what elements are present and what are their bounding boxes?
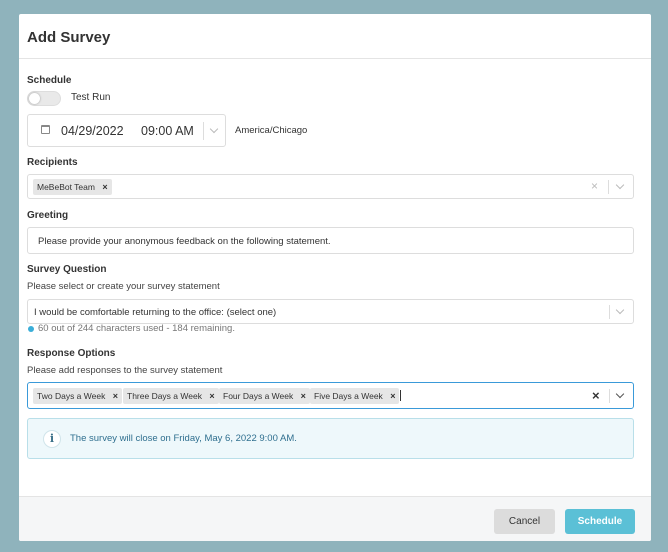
schedule-button[interactable]: Schedule — [565, 509, 635, 534]
dropdown-separator — [609, 305, 610, 319]
status-dot — [28, 326, 34, 332]
response-chip-label: Two Days a Week — [37, 391, 106, 401]
datetime-picker[interactable]: 04/29/2022 09:00 AM — [27, 114, 226, 147]
response-chip: Two Days a Week × — [33, 388, 122, 404]
info-banner: i The survey will close on Friday, May 6… — [27, 418, 634, 459]
survey-question-value: I would be comfortable returning to the … — [34, 307, 277, 318]
modal-body: Schedule Test Run 04/29/2022 09:00 AM Am… — [19, 59, 651, 496]
test-run-label: Test Run — [71, 92, 111, 103]
greeting-label: Greeting — [27, 210, 69, 221]
survey-question-helper: Please select or create your survey stat… — [27, 281, 220, 292]
response-options-helper: Please add responses to the survey state… — [27, 365, 223, 376]
greeting-input[interactable]: Please provide your anonymous feedback o… — [27, 227, 634, 254]
modal-title: Add Survey — [27, 29, 111, 46]
chevron-down-icon[interactable] — [615, 305, 625, 315]
response-chip-label: Three Days a Week — [127, 391, 202, 401]
response-chip-label: Four Days a Week — [223, 391, 294, 401]
response-chip: Four Days a Week × — [219, 388, 310, 404]
chevron-down-icon[interactable] — [615, 180, 625, 190]
cancel-button[interactable]: Cancel — [494, 509, 555, 534]
remove-chip-icon[interactable]: × — [102, 182, 107, 192]
remove-chip-icon[interactable]: × — [209, 391, 214, 401]
greeting-value: Please provide your anonymous feedback o… — [38, 236, 331, 247]
dropdown-separator — [609, 389, 610, 403]
response-chip-label: Five Days a Week — [314, 391, 383, 401]
add-survey-modal: Add Survey Schedule Test Run 04/29/2022 … — [19, 14, 651, 541]
modal-footer: Cancel Schedule — [19, 496, 651, 541]
text-caret — [400, 390, 401, 401]
info-icon: i — [43, 430, 61, 448]
modal-header: Add Survey — [19, 14, 651, 59]
time-value[interactable]: 09:00 AM — [141, 124, 194, 138]
response-options-select[interactable]: Two Days a Week × Three Days a Week × Fo… — [27, 382, 634, 409]
clear-icon[interactable]: × — [591, 179, 598, 193]
recipients-label: Recipients — [27, 157, 78, 168]
date-value[interactable]: 04/29/2022 — [61, 124, 124, 138]
schedule-label: Schedule — [27, 75, 72, 86]
dropdown-separator — [608, 180, 609, 194]
toggle-knob — [29, 93, 40, 104]
remove-chip-icon[interactable]: × — [301, 391, 306, 401]
chevron-down-icon[interactable] — [209, 124, 219, 134]
chevron-down-icon[interactable] — [615, 389, 625, 399]
calendar-icon — [41, 125, 50, 134]
clear-icon[interactable]: × — [592, 388, 600, 403]
response-chip: Three Days a Week × — [123, 388, 219, 404]
survey-question-label: Survey Question — [27, 264, 107, 275]
remove-chip-icon[interactable]: × — [113, 391, 118, 401]
dropdown-separator — [203, 122, 204, 140]
info-text: The survey will close on Friday, May 6, … — [70, 433, 297, 444]
recipients-select[interactable]: MeBeBot Team × × — [27, 174, 634, 199]
character-count: 60 out of 244 characters used - 184 rema… — [38, 323, 235, 334]
recipient-chip: MeBeBot Team × — [33, 179, 112, 195]
remove-chip-icon[interactable]: × — [390, 391, 395, 401]
recipient-chip-label: MeBeBot Team — [37, 182, 95, 192]
timezone-label: America/Chicago — [235, 125, 308, 136]
response-chip: Five Days a Week × — [310, 388, 400, 404]
survey-question-select[interactable]: I would be comfortable returning to the … — [27, 299, 634, 324]
test-run-toggle[interactable] — [27, 91, 61, 106]
response-options-label: Response Options — [27, 348, 116, 359]
